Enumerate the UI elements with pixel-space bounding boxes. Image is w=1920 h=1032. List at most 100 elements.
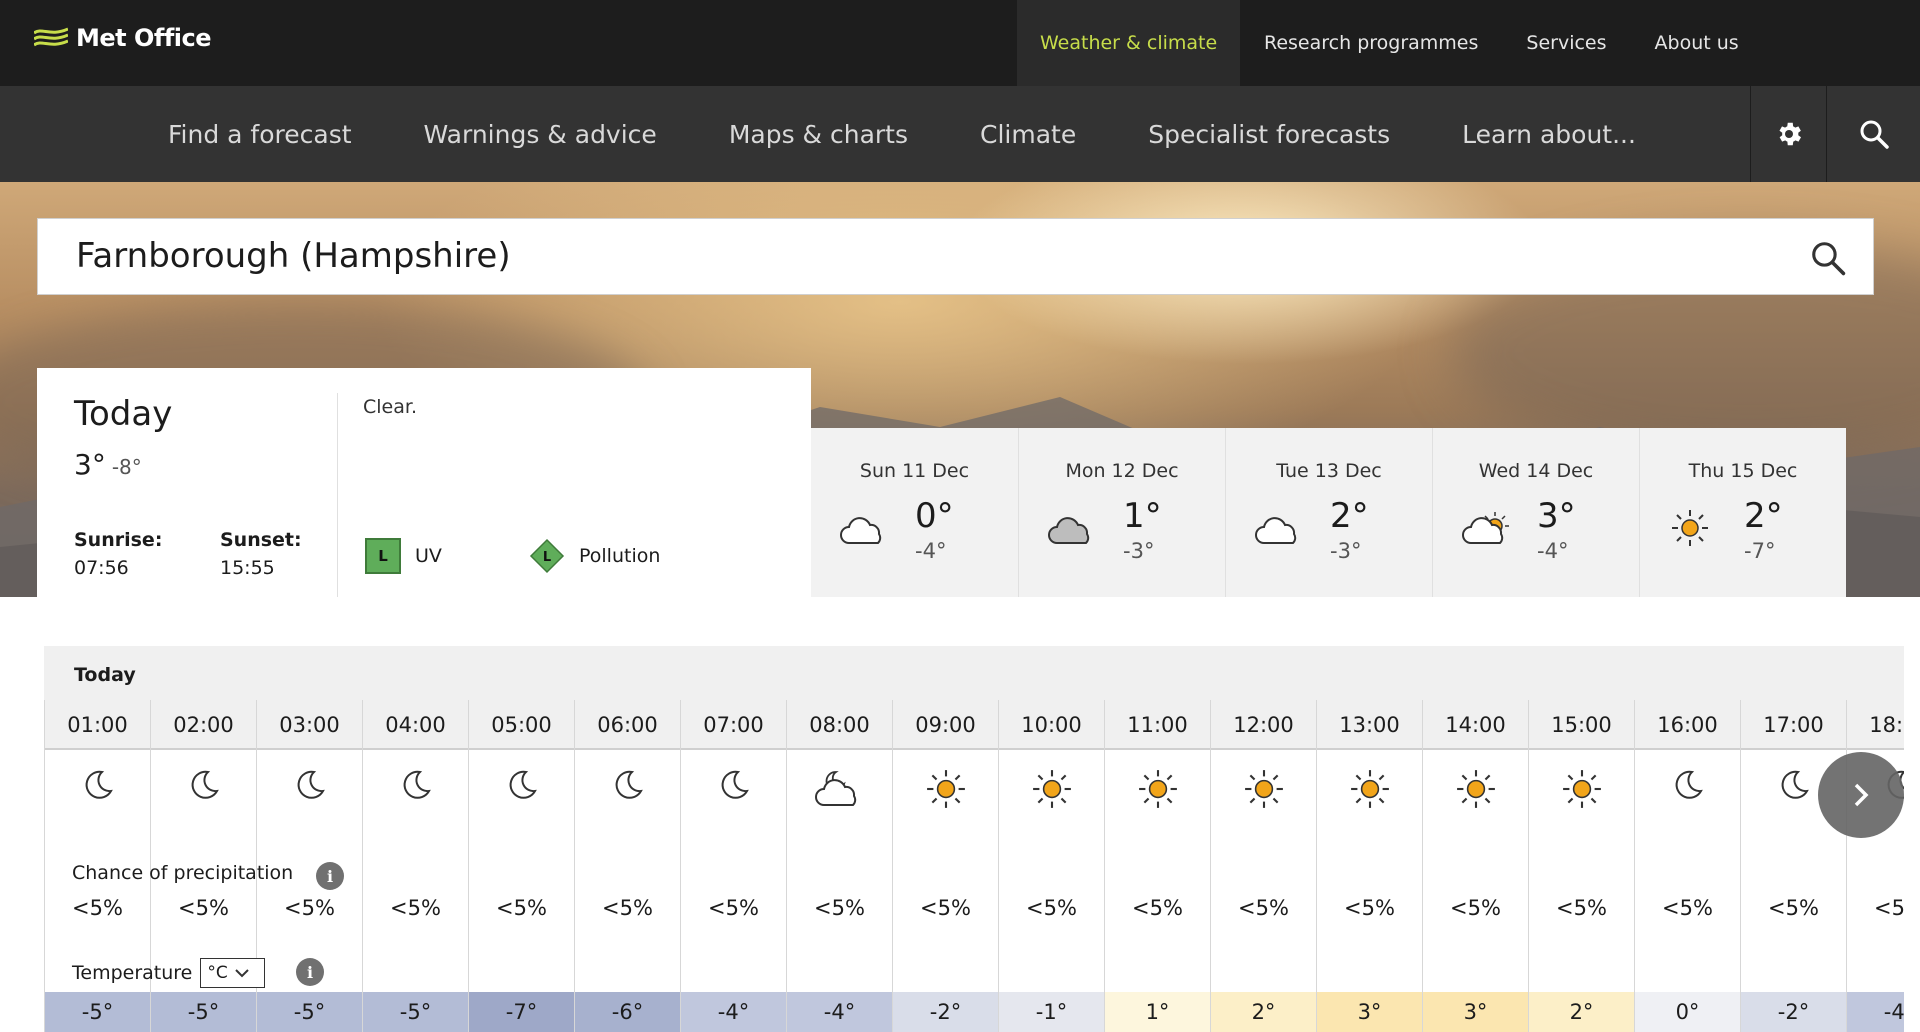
hour-time: 07:00 xyxy=(681,700,786,750)
hour-time: 17:00 xyxy=(1741,700,1846,750)
hour-time: 06:00 xyxy=(575,700,680,750)
day-tab[interactable]: Sun 11 Dec 0° -4° xyxy=(811,428,1018,597)
moon-icon xyxy=(85,770,113,799)
nav-climate[interactable]: Climate xyxy=(944,86,1112,182)
nav-find-forecast[interactable]: Find a forecast xyxy=(132,86,388,182)
day-date: Mon 12 Dec xyxy=(1065,460,1179,482)
temp-value: -1° xyxy=(999,992,1104,1032)
met-office-logo[interactable]: Met Office xyxy=(34,24,212,52)
temp-value: 2° xyxy=(1529,992,1634,1032)
temp-value: 2° xyxy=(1211,992,1316,1032)
hour-time: 10:00 xyxy=(999,700,1104,750)
moon-behind-cloud-icon xyxy=(814,771,856,806)
sunset-time: 15:55 xyxy=(220,557,275,579)
day-date: Wed 14 Dec xyxy=(1478,460,1594,482)
hour-column: 06:00 <5% -6° xyxy=(574,700,680,1032)
moon-icon xyxy=(615,770,643,799)
main-nav: Find a forecast Warnings & advice Maps &… xyxy=(0,86,1920,182)
search-icon[interactable] xyxy=(1809,239,1847,277)
hour-time: 15:00 xyxy=(1529,700,1634,750)
sun-icon xyxy=(1456,770,1495,808)
day-tab[interactable]: Wed 14 Dec 3° -4° xyxy=(1432,428,1639,597)
uv-indicator[interactable]: L UV xyxy=(365,538,442,574)
nav-learn-about[interactable]: Learn about... xyxy=(1426,86,1672,182)
weather-symbol xyxy=(151,768,256,802)
top-bar: Met Office Weather & climate Research pr… xyxy=(0,0,1920,86)
topnav-research[interactable]: Research programmes xyxy=(1240,0,1502,86)
hourly-day-label: Today xyxy=(74,664,136,686)
precip-row-label: Chance of precipitation xyxy=(72,862,294,884)
day-low: -7° xyxy=(1744,539,1776,563)
day-low: -4° xyxy=(915,539,947,563)
hour-time: 02:00 xyxy=(151,700,256,750)
settings-button[interactable] xyxy=(1750,86,1826,182)
day-tab[interactable]: Tue 13 Dec 2° -3° xyxy=(1225,428,1432,597)
weather-symbol xyxy=(1529,768,1634,810)
hour-time: 16:00 xyxy=(1635,700,1740,750)
nav-search-button[interactable] xyxy=(1826,86,1920,182)
next-hours-button[interactable] xyxy=(1818,752,1904,838)
topnav-services[interactable]: Services xyxy=(1502,0,1630,86)
weather-symbol xyxy=(787,768,892,808)
day-high: 1° xyxy=(1123,496,1162,536)
day-low: -3° xyxy=(1330,539,1362,563)
today-high: 3° xyxy=(74,448,106,481)
sunset-label: Sunset: xyxy=(220,529,302,551)
moon-icon xyxy=(1675,770,1703,799)
topnav-about[interactable]: About us xyxy=(1631,0,1763,86)
hour-column: 09:00 <5% -2° xyxy=(892,700,998,1032)
chevron-right-icon xyxy=(1854,783,1869,807)
chevron-down-icon xyxy=(235,969,249,978)
precip-info-icon[interactable]: i xyxy=(316,862,344,890)
weather-symbol xyxy=(575,768,680,802)
uv-label: UV xyxy=(415,545,442,567)
weather-symbol xyxy=(257,768,362,802)
hour-column: 16:00 <5% 0° xyxy=(1634,700,1740,1032)
precip-value: <5% xyxy=(1662,896,1713,920)
hour-time: 18:00 xyxy=(1847,700,1904,750)
sun-icon xyxy=(1562,770,1601,808)
weather-symbol xyxy=(1317,768,1422,810)
day-high: 0° xyxy=(915,496,954,536)
hour-column: 04:00 <5% -5° xyxy=(362,700,468,1032)
hour-time: 05:00 xyxy=(469,700,574,750)
hour-column: 13:00 <5% 3° xyxy=(1316,700,1422,1032)
day-date: Sun 11 Dec xyxy=(859,460,970,482)
day-low: -4° xyxy=(1537,539,1569,563)
pollution-indicator[interactable]: L Pollution xyxy=(529,538,660,574)
today-card[interactable]: Today 3° -8° Sunrise: 07:56 Sunset: 15:55… xyxy=(37,368,811,597)
moon-icon xyxy=(297,770,325,799)
location-text[interactable]: Farnborough (Hampshire) xyxy=(76,236,511,276)
pollution-badge-letter: L xyxy=(543,550,551,565)
unit-select[interactable]: °C xyxy=(200,958,266,988)
temp-value: -6° xyxy=(575,992,680,1032)
precip-value: <5% xyxy=(602,896,653,920)
precip-value: <5% xyxy=(1556,896,1607,920)
sun-icon xyxy=(926,770,965,808)
day-high: 2° xyxy=(1330,496,1369,536)
hour-column: 15:00 <5% 2° xyxy=(1528,700,1634,1032)
sun-icon xyxy=(1672,510,1708,546)
hour-column: 18:00 <5% -4° xyxy=(1846,700,1904,1032)
day-high: 2° xyxy=(1744,496,1783,536)
nav-maps-charts[interactable]: Maps & charts xyxy=(693,86,944,182)
topnav-weather-climate[interactable]: Weather & climate xyxy=(1017,0,1240,86)
location-search[interactable]: Farnborough (Hampshire) xyxy=(37,218,1874,295)
nav-warnings[interactable]: Warnings & advice xyxy=(388,86,693,182)
hour-column: 08:00 <5% -4° xyxy=(786,700,892,1032)
hourly-header: Today xyxy=(44,646,1904,700)
day-date: Tue 13 Dec xyxy=(1276,460,1382,482)
day-tab[interactable]: Thu 15 Dec 2° -7° xyxy=(1639,428,1846,597)
precip-value: <5% xyxy=(178,896,229,920)
day-tab[interactable]: Mon 12 Dec 1° -3° xyxy=(1018,428,1225,597)
precip-value: <5% xyxy=(814,896,865,920)
precip-value: <5% xyxy=(1238,896,1289,920)
weather-symbol xyxy=(893,768,998,810)
nav-specialist[interactable]: Specialist forecasts xyxy=(1112,86,1426,182)
gear-icon xyxy=(1779,122,1801,146)
sun-icon xyxy=(1244,770,1283,808)
temp-info-icon[interactable]: i xyxy=(296,958,324,986)
temp-value: 3° xyxy=(1317,992,1422,1032)
logo-icon xyxy=(34,27,68,47)
hour-time: 14:00 xyxy=(1423,700,1528,750)
